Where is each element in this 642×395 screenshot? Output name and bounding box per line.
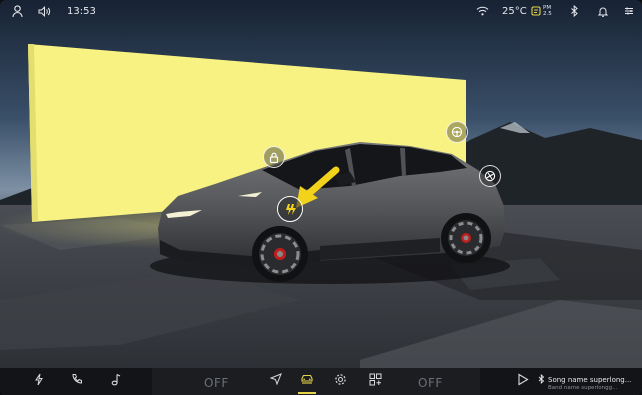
steering-wheel-icon[interactable] — [446, 121, 468, 143]
song-name[interactable]: Song name superlong... — [548, 376, 631, 384]
temperature: 25°C — [502, 6, 527, 17]
sliders-icon[interactable] — [624, 6, 634, 20]
charge-port-icon[interactable] — [277, 196, 303, 222]
car-top-icon[interactable] — [479, 165, 501, 187]
bell-icon[interactable] — [597, 6, 609, 21]
music-icon[interactable] — [106, 373, 124, 391]
bluetooth-audio-icon — [536, 373, 546, 392]
wifi-icon[interactable] — [476, 6, 489, 20]
climate-left-status[interactable]: OFF — [204, 376, 229, 390]
navigation-icon[interactable] — [267, 373, 285, 391]
phone-icon[interactable] — [68, 373, 86, 391]
vehicle-screen: 13:53 25°C PM 2.5 OFF OFF Song name supe… — [0, 0, 642, 395]
climate-right-status[interactable]: OFF — [418, 376, 443, 390]
air-quality-icon[interactable] — [531, 6, 541, 20]
apps-grid-icon[interactable] — [366, 373, 384, 391]
active-tab-indicator — [298, 392, 316, 394]
rear-wheel — [441, 213, 491, 263]
speaker-icon[interactable] — [38, 6, 51, 21]
play-icon[interactable] — [514, 373, 532, 391]
front-wheel — [252, 226, 308, 282]
bluetooth-icon[interactable] — [570, 4, 579, 21]
band-name: Band name superlongg... — [548, 385, 618, 391]
lightning-icon[interactable] — [30, 373, 48, 391]
lock-icon[interactable] — [263, 146, 285, 168]
air-quality-label: PM 2.5 — [543, 5, 552, 17]
car-icon[interactable] — [298, 373, 316, 391]
clock-time: 13:53 — [67, 6, 96, 17]
settings-gear-icon[interactable] — [331, 373, 349, 391]
status-bar: 13:53 25°C PM 2.5 — [0, 0, 642, 26]
person-icon[interactable] — [12, 5, 23, 22]
vehicle-scene — [0, 44, 642, 368]
